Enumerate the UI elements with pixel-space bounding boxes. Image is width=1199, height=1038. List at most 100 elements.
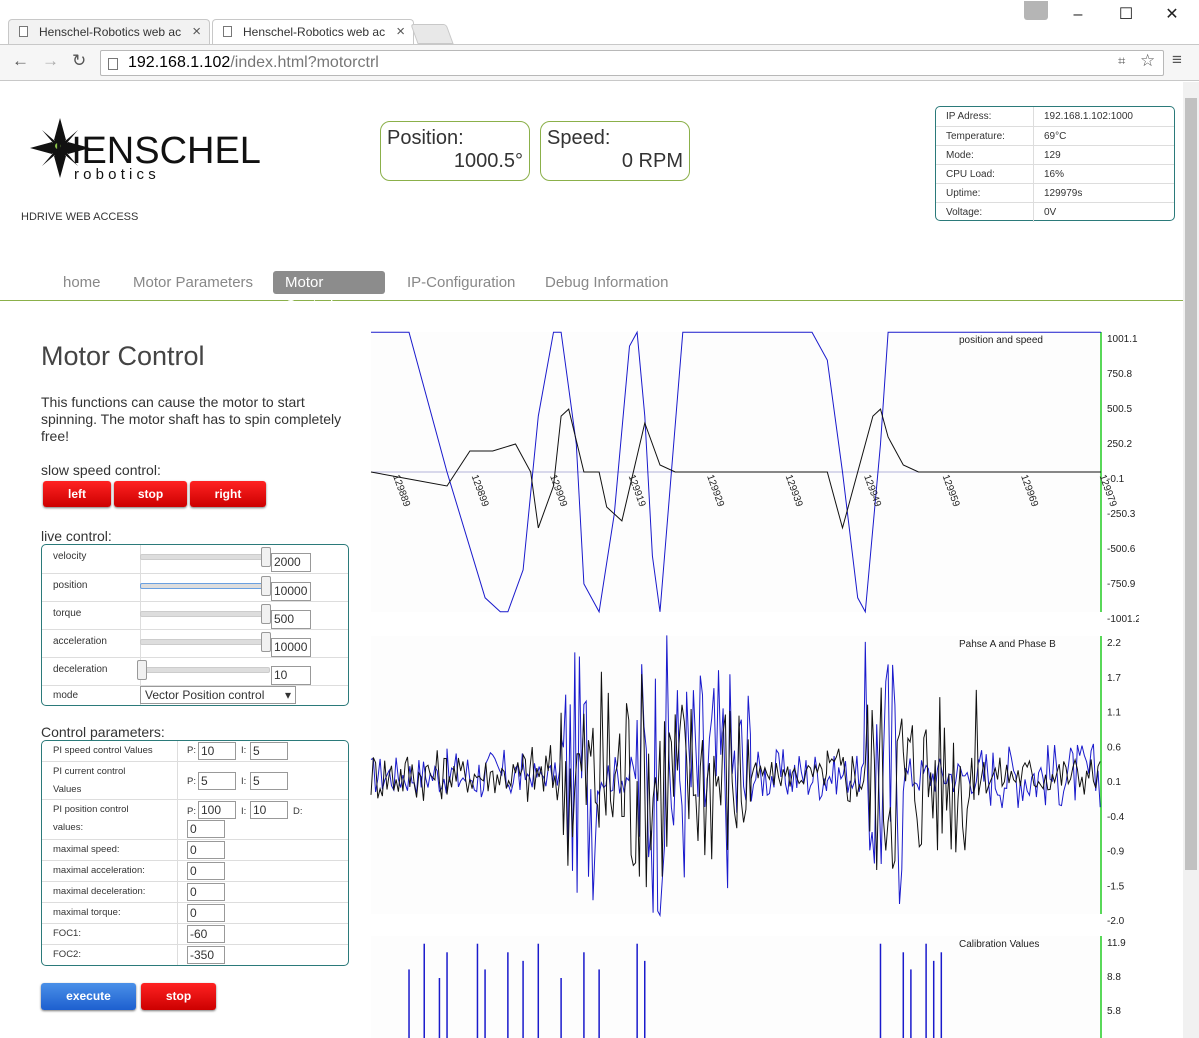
acceleration-slider[interactable] bbox=[140, 632, 271, 652]
new-tab-button[interactable] bbox=[410, 24, 454, 44]
deceleration-input[interactable]: 10 bbox=[271, 666, 311, 685]
max-torque-input[interactable]: 0 bbox=[187, 904, 225, 922]
acceleration-input[interactable]: 10000 bbox=[271, 638, 311, 657]
status-row: Uptime: 129979s bbox=[936, 183, 1174, 203]
speed-box: Speed: 0 RPM bbox=[540, 121, 690, 181]
scrollbar-thumb[interactable] bbox=[1185, 98, 1197, 870]
pi-position-p-input[interactable]: 100 bbox=[198, 801, 236, 819]
minimize-button[interactable]: – bbox=[1058, 2, 1098, 28]
browser-toolbar: ← → ↻ 192.168.1.102/index.html?motorctrl… bbox=[0, 44, 1199, 81]
page-icon bbox=[19, 26, 28, 37]
close-tab-icon[interactable]: × bbox=[396, 23, 405, 40]
status-row: IP Adress: 192.168.1.102:1000 bbox=[936, 107, 1174, 126]
forward-icon[interactable]: → bbox=[42, 51, 59, 71]
nav-ip-configuration[interactable]: IP-Configuration bbox=[395, 271, 527, 294]
pi-speed-p-input[interactable]: 10 bbox=[198, 742, 236, 760]
chart-title: Pahse A and Phase B bbox=[959, 639, 1056, 650]
position-label: Position: bbox=[387, 127, 464, 149]
control-parameters-label: Control parameters: bbox=[41, 724, 165, 740]
slider-thumb[interactable] bbox=[261, 632, 271, 652]
bookmark-star-icon[interactable]: ☆ bbox=[1140, 51, 1155, 71]
reload-icon[interactable]: ↻ bbox=[72, 51, 86, 71]
param-row: FOC2: -350 bbox=[42, 944, 348, 965]
nav-debug-information[interactable]: Debug Information bbox=[533, 271, 680, 294]
torque-input[interactable]: 500 bbox=[271, 610, 311, 629]
translate-icon[interactable]: ⌗ bbox=[1118, 53, 1125, 69]
app-subtitle: HDRIVE WEB ACCESS bbox=[21, 211, 139, 223]
stop-button[interactable]: stop bbox=[141, 983, 216, 1010]
left-button[interactable]: left bbox=[43, 481, 111, 507]
live-row-deceleration: deceleration 10 bbox=[42, 657, 348, 685]
status-row: CPU Load: 16% bbox=[936, 164, 1174, 184]
chart-title: position and speed bbox=[959, 335, 1043, 346]
y-tick-label: -2.0 bbox=[1107, 916, 1125, 927]
pi-current-i-input[interactable]: 5 bbox=[250, 772, 288, 790]
slow-speed-label: slow speed control: bbox=[41, 462, 161, 478]
position-input[interactable]: 10000 bbox=[271, 582, 311, 601]
velocity-input[interactable]: 2000 bbox=[271, 553, 311, 572]
y-tick-label: 0.6 bbox=[1107, 742, 1121, 753]
slider-thumb[interactable] bbox=[261, 604, 271, 624]
position-slider[interactable] bbox=[140, 576, 271, 596]
foc2-input[interactable]: -350 bbox=[187, 946, 225, 964]
param-row: maximal speed: 0 bbox=[42, 839, 348, 860]
tab-title: Henschel-Robotics web ac bbox=[243, 25, 386, 39]
live-row-torque: torque 500 bbox=[42, 601, 348, 629]
y-tick-label: -1001.2 bbox=[1107, 614, 1139, 625]
user-profile-icon[interactable] bbox=[1024, 1, 1048, 20]
foc1-input[interactable]: -60 bbox=[187, 925, 225, 943]
slow-stop-button[interactable]: stop bbox=[114, 481, 187, 507]
y-tick-label: 1001.1 bbox=[1107, 334, 1138, 345]
live-row-acceleration: acceleration 10000 bbox=[42, 629, 348, 657]
slider-thumb[interactable] bbox=[261, 547, 271, 567]
status-row: Voltage: 0V bbox=[936, 202, 1174, 222]
pi-speed-i-input[interactable]: 5 bbox=[250, 742, 288, 760]
torque-slider[interactable] bbox=[140, 604, 271, 624]
y-tick-label: 11.9 bbox=[1107, 938, 1126, 949]
y-tick-label: 5.8 bbox=[1107, 1006, 1121, 1017]
live-control-label: live control: bbox=[41, 528, 112, 544]
tab-title: Henschel-Robotics web ac bbox=[39, 25, 182, 39]
max-speed-input[interactable]: 0 bbox=[187, 841, 225, 859]
y-tick-label: -0.4 bbox=[1107, 812, 1125, 823]
speed-label: Speed: bbox=[547, 127, 611, 149]
slider-thumb[interactable] bbox=[261, 576, 271, 596]
nav-motor-parameters[interactable]: Motor Parameters bbox=[121, 271, 265, 294]
execute-button[interactable]: execute bbox=[41, 983, 136, 1010]
y-tick-label: 250.2 bbox=[1107, 439, 1132, 450]
menu-icon[interactable]: ≡ bbox=[1172, 50, 1182, 70]
nav-home[interactable]: home bbox=[51, 271, 113, 294]
live-row-mode: mode Vector Position control ▾ bbox=[42, 685, 348, 705]
velocity-slider[interactable] bbox=[140, 547, 271, 567]
pi-position-d-input[interactable]: 0 bbox=[187, 820, 225, 838]
pi-current-p-input[interactable]: 5 bbox=[198, 772, 236, 790]
y-tick-label: 2.2 bbox=[1107, 638, 1121, 649]
live-row-position: position 10000 bbox=[42, 573, 348, 601]
nav-motor-control[interactable]: Motor Control bbox=[273, 271, 385, 314]
back-icon[interactable]: ← bbox=[12, 51, 29, 71]
browser-tab-2[interactable]: Henschel-Robotics web ac × bbox=[212, 19, 414, 44]
motor-charts: position and speed 1001.1 750.8 500.5 250.2 -… bbox=[370, 330, 1139, 1038]
y-tick-label: 1.7 bbox=[1107, 673, 1121, 684]
maximize-button[interactable]: ☐ bbox=[1106, 2, 1146, 28]
max-deceleration-input[interactable]: 0 bbox=[187, 883, 225, 901]
mode-select[interactable]: Vector Position control ▾ bbox=[140, 686, 296, 704]
close-tab-icon[interactable]: × bbox=[192, 23, 201, 40]
pi-position-i-input[interactable]: 10 bbox=[250, 801, 288, 819]
url-path: /index.html?motorctrl bbox=[230, 54, 379, 71]
status-table: IP Adress: 192.168.1.102:1000 Temperature… bbox=[935, 106, 1175, 222]
chart-area bbox=[371, 936, 1101, 1038]
page-info-icon[interactable] bbox=[108, 58, 118, 70]
max-acceleration-input[interactable]: 0 bbox=[187, 862, 225, 880]
param-row: FOC1: -60 bbox=[42, 923, 348, 944]
position-value: 1000.5° bbox=[453, 150, 523, 172]
close-window-button[interactable]: ✕ bbox=[1152, 2, 1192, 28]
chevron-down-icon: ▾ bbox=[284, 688, 291, 702]
live-row-velocity: velocity 2000 bbox=[42, 545, 348, 573]
slider-thumb[interactable] bbox=[137, 660, 147, 680]
right-button[interactable]: right bbox=[190, 481, 266, 507]
address-bar[interactable]: 192.168.1.102/index.html?motorctrl bbox=[100, 50, 1164, 76]
browser-tab-1[interactable]: Henschel-Robotics web ac × bbox=[8, 19, 210, 44]
param-row: maximal deceleration: 0 bbox=[42, 881, 348, 902]
deceleration-slider[interactable] bbox=[137, 660, 270, 680]
